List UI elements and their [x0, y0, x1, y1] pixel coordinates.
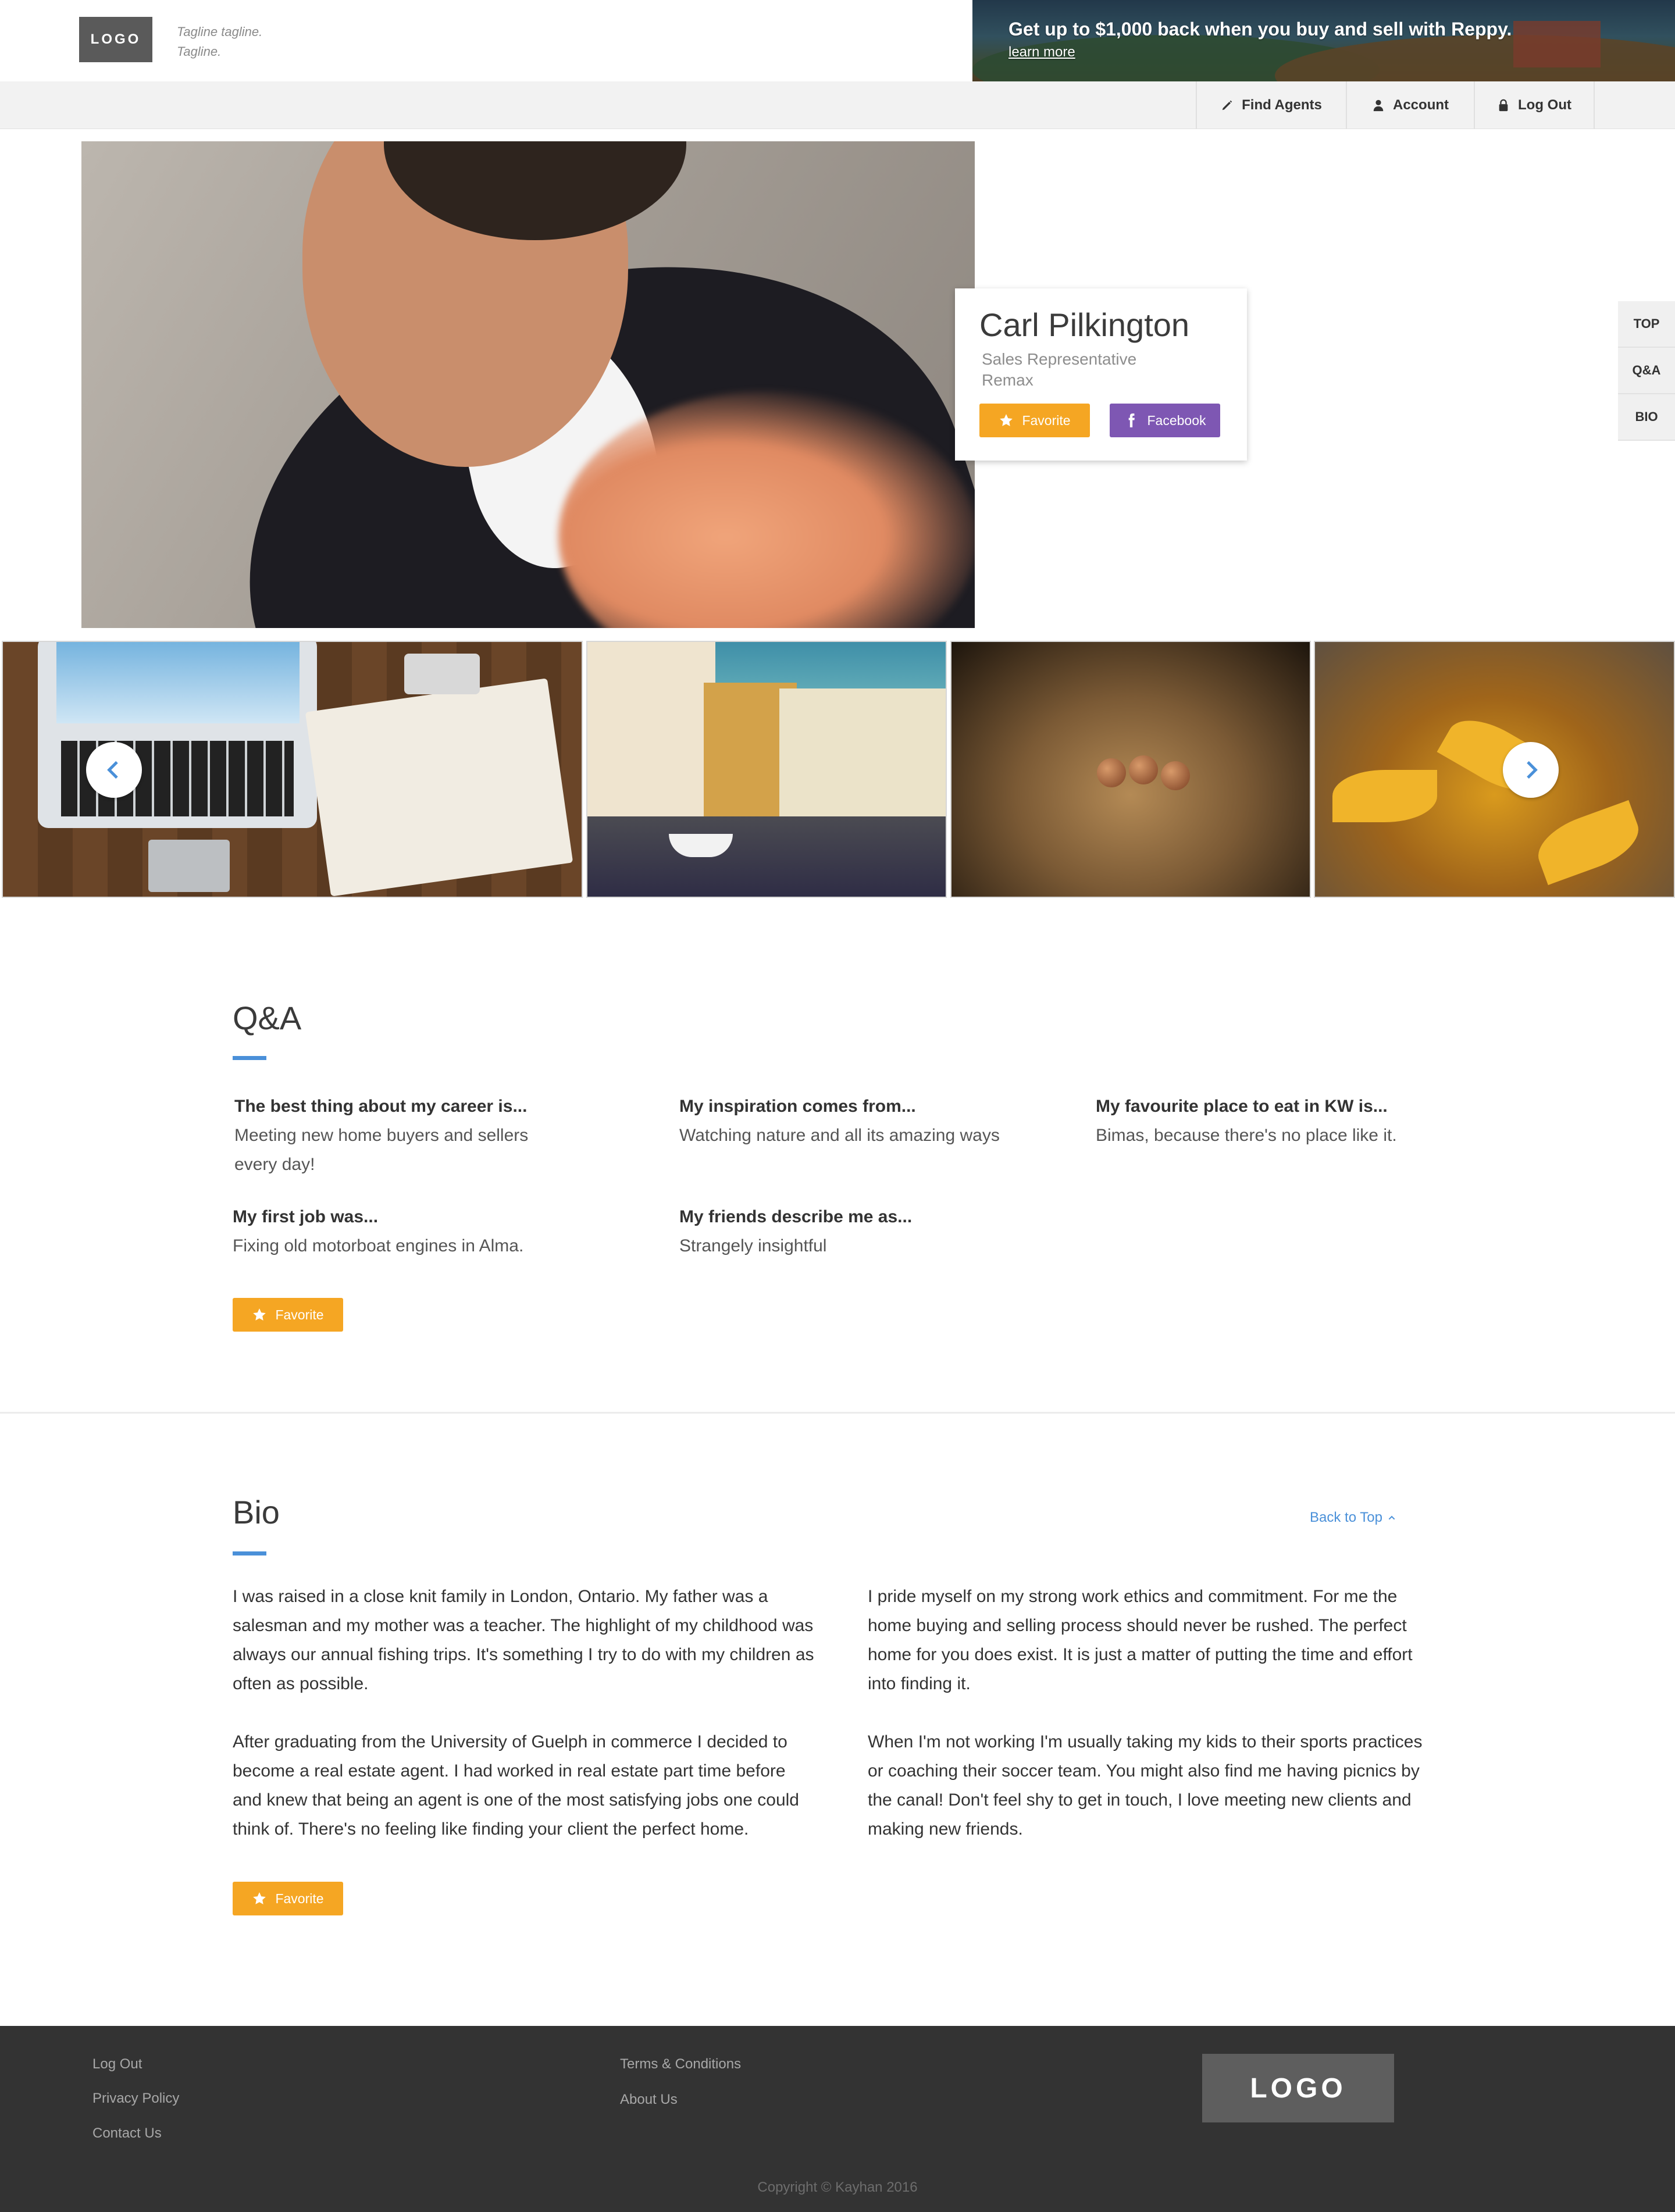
- favorite-button[interactable]: Favorite: [979, 404, 1090, 437]
- favorite-button-label: Favorite: [275, 1307, 324, 1322]
- qa-answer: Fixing old motorboat engines in Alma.: [233, 1236, 524, 1255]
- qa-question: My favourite place to eat in KW is...: [1096, 1097, 1388, 1116]
- promo-background-hill: [1275, 35, 1675, 81]
- section-divider: [0, 1412, 1675, 1414]
- pencil-icon: [1222, 100, 1232, 110]
- site-footer: Log Out Privacy Policy Contact Us Terms …: [0, 2026, 1675, 2212]
- agent-name: Carl Pilkington: [979, 306, 1190, 343]
- footer-contact-us-link[interactable]: Contact Us: [92, 2125, 162, 2142]
- qa-favorite-button[interactable]: Favorite: [233, 1298, 343, 1332]
- star-icon: [253, 1308, 266, 1321]
- gallery-camera: [404, 654, 480, 694]
- qa-question: My first job was...: [233, 1207, 379, 1226]
- bio-section-title: Bio: [233, 1494, 280, 1530]
- promo-learn-more-link[interactable]: learn more: [1008, 44, 1075, 60]
- agent-title: Sales Representative: [982, 350, 1137, 368]
- agent-portrait: [81, 141, 975, 628]
- gallery-notebook: [305, 678, 573, 897]
- qa-title-underline: [233, 1056, 266, 1060]
- promo-title: Get up to $1,000 back when you buy and s…: [1008, 19, 1512, 40]
- qa-item: The best thing about my career is... Mee…: [234, 1092, 560, 1179]
- qa-item: My inspiration comes from... Watching na…: [679, 1092, 1005, 1150]
- bio-paragraph: After graduating from the University of …: [233, 1732, 799, 1839]
- top-nav: Find Agents Account Log Out: [0, 81, 1675, 129]
- gallery-prev-button[interactable]: [86, 742, 142, 798]
- jump-top-link[interactable]: TOP: [1618, 301, 1675, 348]
- back-to-top-link[interactable]: Back to Top: [1310, 1510, 1396, 1526]
- gallery-water: [587, 816, 946, 897]
- gallery-leaf: [1332, 770, 1437, 822]
- nav-log-out[interactable]: Log Out: [1474, 81, 1595, 129]
- qa-section-title: Q&A: [233, 1000, 302, 1036]
- qa-item: My friends describe me as... Strangely i…: [679, 1203, 1005, 1261]
- favorite-button-label: Favorite: [1022, 412, 1071, 428]
- nav-item-label: Account: [1393, 97, 1449, 113]
- facebook-button-label: Facebook: [1147, 412, 1206, 428]
- qa-item: My favourite place to eat in KW is... Bi…: [1096, 1092, 1468, 1150]
- chevron-up-icon: [1388, 1515, 1395, 1520]
- chevron-right-icon: [1527, 761, 1538, 779]
- promo-background-house: [1513, 21, 1601, 67]
- back-to-top-label: Back to Top: [1310, 1510, 1382, 1525]
- gallery-nut: [1161, 761, 1190, 790]
- bio-paragraph: When I'm not working I'm usually taking …: [868, 1732, 1423, 1839]
- qa-item: My first job was... Fixing old motorboat…: [233, 1203, 558, 1261]
- qa-question: My friends describe me as...: [679, 1207, 913, 1226]
- bio-favorite-button[interactable]: Favorite: [233, 1882, 343, 1915]
- lock-icon: [1499, 99, 1508, 112]
- footer-about-us-link[interactable]: About Us: [620, 2092, 678, 2108]
- gallery-building: [587, 642, 715, 834]
- star-icon: [1000, 414, 1013, 426]
- nav-item-label: Find Agents: [1242, 97, 1322, 113]
- gallery-image-autumn-leaves[interactable]: [1314, 641, 1675, 898]
- footer-log-out-link[interactable]: Log Out: [92, 2056, 142, 2072]
- promo-banner[interactable]: Get up to $1,000 back when you buy and s…: [972, 0, 1675, 81]
- bio-title-underline: [233, 1551, 266, 1555]
- qa-question: The best thing about my career is...: [234, 1097, 528, 1116]
- qa-answer: Strangely insightful: [679, 1236, 827, 1255]
- qa-answer: Meeting new home buyers and sellers ever…: [234, 1126, 529, 1174]
- gallery-next-button[interactable]: [1503, 742, 1559, 798]
- gallery-building: [779, 688, 946, 816]
- nav-find-agents[interactable]: Find Agents: [1196, 81, 1346, 129]
- tagline-line-2: Tagline.: [177, 44, 222, 59]
- gallery-image-nuts[interactable]: [950, 641, 1311, 898]
- bio-paragraph: I was raised in a close knit family in L…: [233, 1587, 814, 1693]
- agent-company: Remax: [982, 371, 1033, 389]
- nav-item-label: Log Out: [1518, 97, 1571, 113]
- header-logo[interactable]: LOGO: [79, 17, 152, 62]
- user-icon: [1373, 99, 1384, 112]
- site-header: LOGO Tagline tagline. Tagline. Get up to…: [0, 0, 1675, 81]
- qa-answer: Watching nature and all its amazing ways: [679, 1126, 1000, 1145]
- tagline-line-1: Tagline tagline.: [177, 24, 263, 39]
- chevron-left-icon: [107, 761, 118, 779]
- gallery-nut: [1097, 758, 1126, 787]
- facebook-button[interactable]: Facebook: [1110, 404, 1220, 437]
- gallery-image-canal[interactable]: [586, 641, 947, 898]
- jump-qa-link[interactable]: Q&A: [1618, 348, 1675, 394]
- gallery-laptop-screen: [56, 642, 300, 723]
- favorite-button-label: Favorite: [275, 1890, 324, 1906]
- footer-terms-link[interactable]: Terms & Conditions: [620, 2056, 741, 2072]
- copyright-text: Copyright © Kayhan 2016: [757, 2179, 918, 2195]
- jump-bio-link[interactable]: BIO: [1618, 394, 1675, 441]
- gallery-nut: [1129, 755, 1158, 784]
- profile-card: Carl Pilkington Sales Representative Rem…: [955, 288, 1247, 461]
- nav-account[interactable]: Account: [1346, 81, 1474, 129]
- section-jump-nav: TOP Q&A BIO: [1618, 301, 1675, 441]
- photo-gallery: [0, 641, 1675, 898]
- tagline: Tagline tagline. Tagline.: [177, 22, 311, 62]
- gallery-trackpad: [148, 840, 230, 892]
- qa-question: My inspiration comes from...: [679, 1097, 916, 1116]
- star-icon: [253, 1892, 266, 1904]
- footer-privacy-policy-link[interactable]: Privacy Policy: [92, 2090, 179, 2107]
- qa-answer: Bimas, because there's no place like it.: [1096, 1126, 1397, 1145]
- facebook-icon: [1129, 413, 1135, 427]
- footer-logo[interactable]: LOGO: [1202, 2054, 1394, 2122]
- bio-paragraph: I pride myself on my strong work ethics …: [868, 1587, 1413, 1693]
